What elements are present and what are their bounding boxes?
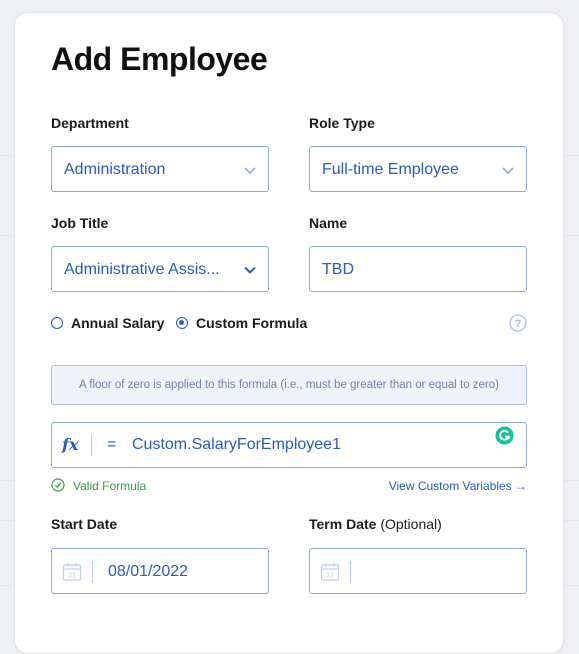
start-date-input[interactable]: 31 08/01/2022 [51, 548, 269, 594]
valid-formula-text: Valid Formula [73, 479, 147, 493]
check-circle-icon [51, 478, 65, 492]
term-date-optional-text: (Optional) [380, 516, 442, 532]
svg-text:?: ? [515, 318, 522, 330]
term-date-label-text: Term Date [309, 516, 377, 532]
start-date-label: Start Date [51, 516, 118, 532]
date-divider [350, 561, 351, 583]
formula-divider [91, 434, 92, 456]
role-type-label: Role Type [309, 115, 375, 131]
fx-icon: fx [62, 435, 79, 454]
custom-formula-radio[interactable] [176, 317, 188, 329]
chevron-down-icon [502, 167, 514, 175]
name-value: TBD [322, 261, 354, 278]
modal-title: Add Employee [51, 41, 268, 77]
formula-floor-notice: A floor of zero is applied to this formu… [51, 365, 527, 405]
department-select[interactable]: Administration [51, 146, 269, 192]
svg-text:31: 31 [326, 573, 334, 580]
view-custom-variables-link[interactable]: View Custom Variables → [389, 479, 527, 493]
job-title-label: Job Title [51, 215, 109, 231]
grammarly-icon[interactable] [495, 426, 514, 445]
chevron-down-icon [244, 266, 256, 274]
annual-salary-radio[interactable] [51, 317, 63, 329]
formula-equals: = [107, 436, 117, 453]
name-input[interactable]: TBD [309, 246, 527, 292]
name-label: Name [309, 215, 348, 231]
calendar-icon[interactable]: 31 [62, 562, 82, 582]
chevron-down-icon [244, 167, 256, 175]
job-title-select[interactable]: Administrative Assis... [51, 246, 269, 292]
term-date-label: Term Date (Optional) [309, 516, 442, 532]
role-type-select[interactable]: Full-time Employee [309, 146, 527, 192]
calendar-icon[interactable]: 31 [320, 562, 340, 582]
date-divider [92, 561, 93, 583]
custom-formula-label[interactable]: Custom Formula [196, 315, 307, 331]
department-label: Department [51, 115, 129, 131]
role-type-value: Full-time Employee [322, 161, 459, 178]
annual-salary-label[interactable]: Annual Salary [71, 315, 164, 331]
svg-text:31: 31 [68, 573, 76, 580]
job-title-value: Administrative Assis... [64, 261, 220, 278]
department-value: Administration [64, 161, 166, 178]
start-date-value: 08/01/2022 [108, 563, 189, 580]
formula-input[interactable]: fx = Custom.SalaryForEmployee1 [51, 422, 527, 468]
formula-value: Custom.SalaryForEmployee1 [132, 436, 341, 453]
question-circle-icon[interactable]: ? [509, 314, 527, 332]
add-employee-modal: Add Employee Department Administration R… [14, 12, 564, 654]
term-date-input[interactable]: 31 [309, 548, 527, 594]
